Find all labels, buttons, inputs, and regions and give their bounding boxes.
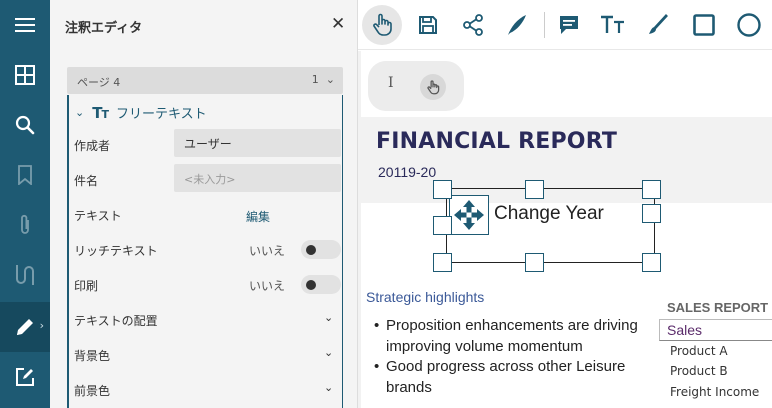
thumbnails-button[interactable] [0, 50, 50, 100]
search-icon [15, 115, 35, 135]
edit-form-icon [16, 368, 34, 386]
brush-button[interactable] [638, 5, 678, 45]
resize-handle[interactable] [433, 180, 452, 199]
hand-tool-icon [427, 79, 440, 94]
free-text-group: ⌄ TT フリーテキスト 作成者 ユーザー 件名 <未入力> テキスト 編集 リ… [67, 95, 343, 408]
resize-handle[interactable] [433, 253, 452, 272]
resize-handle[interactable] [525, 253, 544, 272]
toggle-knob [306, 245, 316, 255]
resize-handle[interactable] [642, 253, 661, 272]
list-item: Proposition enhancements are driving imp… [374, 316, 644, 357]
free-text-button[interactable] [593, 5, 633, 45]
circle-button[interactable] [729, 5, 769, 45]
signature-button[interactable] [0, 250, 50, 300]
table-row: Product B [670, 364, 728, 378]
mini-toolbar: I [368, 61, 464, 111]
page-select[interactable]: ページ 4 1 ⌄ [67, 67, 343, 94]
panel-title: 注釈エディタ [65, 21, 143, 36]
ink-pen-icon [508, 15, 526, 35]
menu-icon [15, 18, 35, 32]
annotation-text[interactable]: Change Year [494, 203, 604, 225]
attachments-button[interactable] [0, 200, 50, 250]
hand-tool-button[interactable] [362, 5, 402, 45]
resize-handle[interactable] [433, 216, 452, 235]
annotation-panel: 注釈エディタ ✕ ページ 4 1 ⌄ ⌄ TT フリーテキスト 作成者 ユーザー… [50, 0, 358, 408]
strategic-heading: Strategic highlights [366, 289, 485, 305]
attachment-icon [21, 214, 29, 234]
foreground-color-label: 前景色 [74, 384, 111, 398]
report-year: 20119-20 [378, 164, 437, 180]
table-row: Freight Income [670, 385, 760, 399]
brush-icon [649, 14, 668, 34]
signature-icon [16, 265, 34, 285]
text-align-label: テキストの配置 [74, 314, 158, 328]
resize-handle[interactable] [642, 180, 661, 199]
chevron-down-icon[interactable]: ⌄ [324, 381, 333, 394]
annotation-toolbar [358, 0, 772, 50]
pen-icon [17, 319, 33, 335]
left-rail: › [0, 0, 50, 408]
close-icon[interactable]: ✕ [331, 14, 345, 34]
save-icon [419, 16, 437, 34]
square-icon [693, 14, 715, 36]
annotation-editor-button[interactable]: › [0, 302, 50, 352]
page-select-value: 1 ⌄ [311, 73, 335, 86]
subject-field[interactable]: <未入力> [174, 164, 341, 192]
edit-text-link[interactable]: 編集 [246, 208, 270, 225]
print-toggle[interactable] [301, 275, 341, 294]
page-select-label: ページ 4 [77, 76, 121, 89]
comment-button[interactable] [549, 5, 589, 45]
report-title: FINANCIAL REPORT [376, 129, 618, 154]
form-editor-button[interactable] [0, 352, 50, 402]
bookmark-icon [18, 165, 32, 185]
resize-handle[interactable] [642, 204, 661, 223]
toggle-knob [306, 280, 316, 290]
circle-icon [737, 13, 761, 37]
free-text-icon [601, 15, 624, 33]
text-cursor-icon[interactable]: I [388, 75, 394, 91]
sales-table-header: Sales [659, 319, 772, 341]
print-value: いいえ [249, 279, 286, 293]
chevron-right-icon: › [39, 319, 44, 332]
chevron-down-icon[interactable]: ⌄ [324, 311, 333, 324]
rich-text-value: いいえ [249, 244, 286, 258]
subject-label: 件名 [74, 174, 99, 188]
rich-text-label: リッチテキスト [74, 244, 158, 258]
chevron-down-icon[interactable]: ⌄ [324, 346, 333, 359]
save-button[interactable] [408, 5, 448, 45]
hand-tool-icon [373, 13, 392, 36]
group-title: フリーテキスト [115, 107, 207, 122]
table-row: Product A [670, 344, 728, 358]
author-label: 作成者 [74, 139, 111, 153]
bookmarks-button[interactable] [0, 150, 50, 200]
author-field[interactable]: ユーザー [174, 129, 341, 157]
sales-report-title: SALES REPORT [667, 300, 769, 315]
print-label: 印刷 [74, 279, 99, 293]
chevron-down-icon: ⌄ [75, 106, 85, 119]
free-text-icon: TT [92, 103, 109, 122]
sales-header-label: Sales [667, 322, 703, 338]
background-color-label: 背景色 [74, 349, 111, 363]
resize-handle[interactable] [525, 180, 544, 199]
ink-pen-button[interactable] [497, 5, 537, 45]
pan-button[interactable] [420, 74, 446, 100]
list-item: Good progress across other Leisure brand… [374, 357, 644, 398]
text-label: テキスト [74, 209, 122, 223]
bullet-list: Proposition enhancements are driving imp… [374, 316, 644, 398]
share-icon [463, 14, 483, 36]
search-button[interactable] [0, 100, 50, 150]
share-button[interactable] [453, 5, 493, 45]
rich-text-toggle[interactable] [301, 240, 341, 259]
menu-button[interactable] [0, 0, 50, 50]
grid-icon [15, 65, 35, 85]
comment-icon [560, 16, 578, 34]
move-handle[interactable] [449, 195, 489, 235]
rectangle-button[interactable] [684, 5, 724, 45]
free-text-group-header[interactable]: ⌄ TT フリーテキスト [75, 103, 207, 123]
toolbar-separator [544, 12, 545, 38]
move-icon [454, 200, 484, 230]
